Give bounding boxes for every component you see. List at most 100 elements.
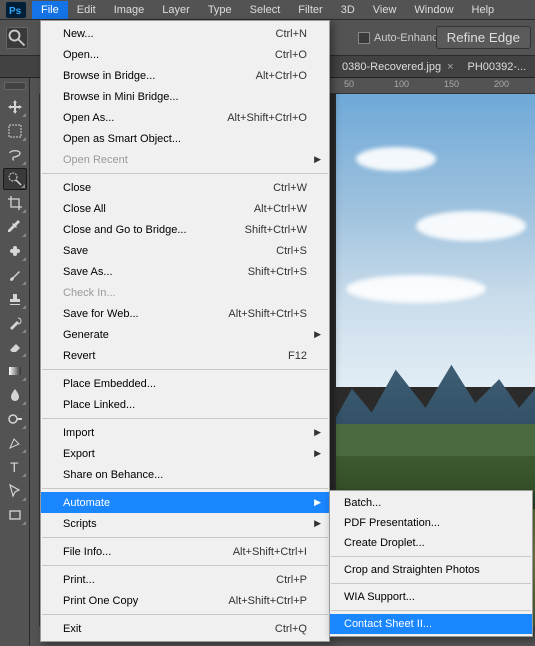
refine-edge-button[interactable]: Refine Edge (436, 26, 531, 49)
submenu-item-label: WIA Support... (344, 591, 415, 603)
submenu-arrow-icon: ▶ (314, 427, 321, 438)
auto-enhance-checkbox[interactable]: Auto-Enhance (358, 32, 444, 44)
document-tab[interactable]: PH00392-... (462, 58, 533, 76)
menu-item-label: Close and Go to Bridge... (63, 224, 245, 236)
menu-item-file-info[interactable]: File Info...Alt+Shift+Ctrl+I (41, 541, 329, 562)
submenu-item-pdf-presentation[interactable]: PDF Presentation... (330, 513, 532, 533)
eyedropper-tool[interactable] (3, 216, 27, 238)
menu-item-share-on-behance[interactable]: Share on Behance... (41, 464, 329, 485)
document-tab[interactable]: 0380-Recovered.jpg × (336, 58, 462, 76)
submenu-item-contact-sheet-ii[interactable]: Contact Sheet II... (330, 614, 532, 634)
menu-item-open-as-smart-object[interactable]: Open as Smart Object... (41, 128, 329, 149)
menu-help[interactable]: Help (463, 1, 504, 19)
menu-item-label: Browse in Mini Bridge... (63, 91, 307, 103)
menu-item-check-in: Check In... (41, 282, 329, 303)
menu-item-scripts[interactable]: Scripts▶ (41, 513, 329, 534)
quick-select-tool[interactable] (3, 168, 27, 190)
menu-item-save[interactable]: SaveCtrl+S (41, 240, 329, 261)
menu-item-save-as[interactable]: Save As...Shift+Ctrl+S (41, 261, 329, 282)
submenu-item-crop-and-straighten-photos[interactable]: Crop and Straighten Photos (330, 560, 532, 580)
menu-filter[interactable]: Filter (289, 1, 331, 19)
marquee-tool[interactable] (3, 120, 27, 142)
menu-item-label: Share on Behance... (63, 469, 307, 481)
tab-label: PH00392-... (468, 61, 527, 73)
submenu-arrow-icon: ▶ (314, 329, 321, 340)
menu-item-close[interactable]: CloseCtrl+W (41, 177, 329, 198)
menu-item-place-linked[interactable]: Place Linked... (41, 394, 329, 415)
menu-3d[interactable]: 3D (332, 1, 364, 19)
menu-window[interactable]: Window (405, 1, 462, 19)
menu-item-close-all[interactable]: Close AllAlt+Ctrl+W (41, 198, 329, 219)
menu-item-label: Open as Smart Object... (63, 133, 307, 145)
menu-item-shortcut: Alt+Shift+Ctrl+P (228, 595, 307, 607)
menu-item-print[interactable]: Print...Ctrl+P (41, 569, 329, 590)
menu-item-shortcut: Ctrl+W (273, 182, 307, 194)
ruler-tick-label: 50 (344, 79, 354, 89)
menu-item-place-embedded[interactable]: Place Embedded... (41, 373, 329, 394)
menu-file[interactable]: File (32, 1, 68, 19)
menu-layer[interactable]: Layer (153, 1, 199, 19)
menu-separator (42, 488, 328, 489)
ruler-tick-label: 200 (494, 79, 509, 89)
submenu-item-wia-support[interactable]: WIA Support... (330, 587, 532, 607)
automate-submenu: Batch...PDF Presentation... Create Drople… (329, 490, 533, 637)
menu-item-open[interactable]: Open...Ctrl+O (41, 44, 329, 65)
checkbox-icon (358, 32, 370, 44)
menu-item-close-and-go-to-bridge[interactable]: Close and Go to Bridge...Shift+Ctrl+W (41, 219, 329, 240)
submenu-arrow-icon: ▶ (314, 497, 321, 508)
menu-item-open-recent: Open Recent▶ (41, 149, 329, 170)
menu-item-label: Save As... (63, 266, 248, 278)
crop-tool[interactable] (3, 192, 27, 214)
lasso-tool[interactable] (3, 144, 27, 166)
menu-item-label: Automate (63, 497, 307, 509)
panel-drag-handle[interactable] (4, 82, 26, 90)
dodge-tool[interactable] (3, 408, 27, 430)
menu-view[interactable]: View (364, 1, 406, 19)
menu-item-export[interactable]: Export ▶ (41, 443, 329, 464)
menu-item-import[interactable]: Import▶ (41, 422, 329, 443)
stamp-tool[interactable] (3, 288, 27, 310)
menu-item-save-for-web[interactable]: Save for Web...Alt+Shift+Ctrl+S (41, 303, 329, 324)
menu-item-generate[interactable]: Generate▶ (41, 324, 329, 345)
history-brush-tool[interactable] (3, 312, 27, 334)
menu-item-automate[interactable]: Automate ▶ (41, 492, 329, 513)
menu-item-open-as[interactable]: Open As...Alt+Shift+Ctrl+O (41, 107, 329, 128)
menu-item-label: Save (63, 245, 276, 257)
menu-item-shortcut: Alt+Shift+Ctrl+S (228, 308, 307, 320)
submenu-item-label: Create Droplet... (344, 537, 425, 549)
eraser-tool[interactable] (3, 336, 27, 358)
menu-item-label: Browse in Bridge... (63, 70, 256, 82)
menu-item-label: New... (63, 28, 276, 40)
menu-item-browse-in-mini-bridge[interactable]: Browse in Mini Bridge... (41, 86, 329, 107)
menu-image[interactable]: Image (105, 1, 154, 19)
type-tool[interactable]: T (3, 456, 27, 478)
move-tool[interactable] (3, 96, 27, 118)
active-tool-preset-icon[interactable] (6, 27, 28, 49)
submenu-item-batch[interactable]: Batch... (330, 493, 532, 513)
menu-item-label: Export (63, 448, 307, 460)
healing-tool[interactable] (3, 240, 27, 262)
close-icon[interactable]: × (445, 61, 455, 73)
brush-tool[interactable] (3, 264, 27, 286)
menu-type[interactable]: Type (199, 1, 241, 19)
menu-item-exit[interactable]: ExitCtrl+Q (41, 618, 329, 639)
menu-separator (331, 583, 531, 584)
submenu-arrow-icon: ▶ (314, 448, 321, 459)
menu-item-label: Place Linked... (63, 399, 307, 411)
path-select-tool[interactable] (3, 480, 27, 502)
submenu-item-label: Crop and Straighten Photos (344, 564, 480, 576)
menu-edit[interactable]: Edit (68, 1, 105, 19)
submenu-item-create-droplet[interactable]: Create Droplet... (330, 533, 532, 553)
menu-item-new[interactable]: New...Ctrl+N (41, 23, 329, 44)
menu-item-print-one-copy[interactable]: Print One CopyAlt+Shift+Ctrl+P (41, 590, 329, 611)
menu-select[interactable]: Select (241, 1, 290, 19)
gradient-tool[interactable] (3, 360, 27, 382)
menu-item-revert[interactable]: RevertF12 (41, 345, 329, 366)
blur-tool[interactable] (3, 384, 27, 406)
menu-item-shortcut: Ctrl+N (276, 28, 307, 40)
menu-separator (42, 369, 328, 370)
menu-item-browse-in-bridge[interactable]: Browse in Bridge...Alt+Ctrl+O (41, 65, 329, 86)
rectangle-tool[interactable] (3, 504, 27, 526)
pen-tool[interactable] (3, 432, 27, 454)
menu-item-shortcut: Ctrl+P (276, 574, 307, 586)
